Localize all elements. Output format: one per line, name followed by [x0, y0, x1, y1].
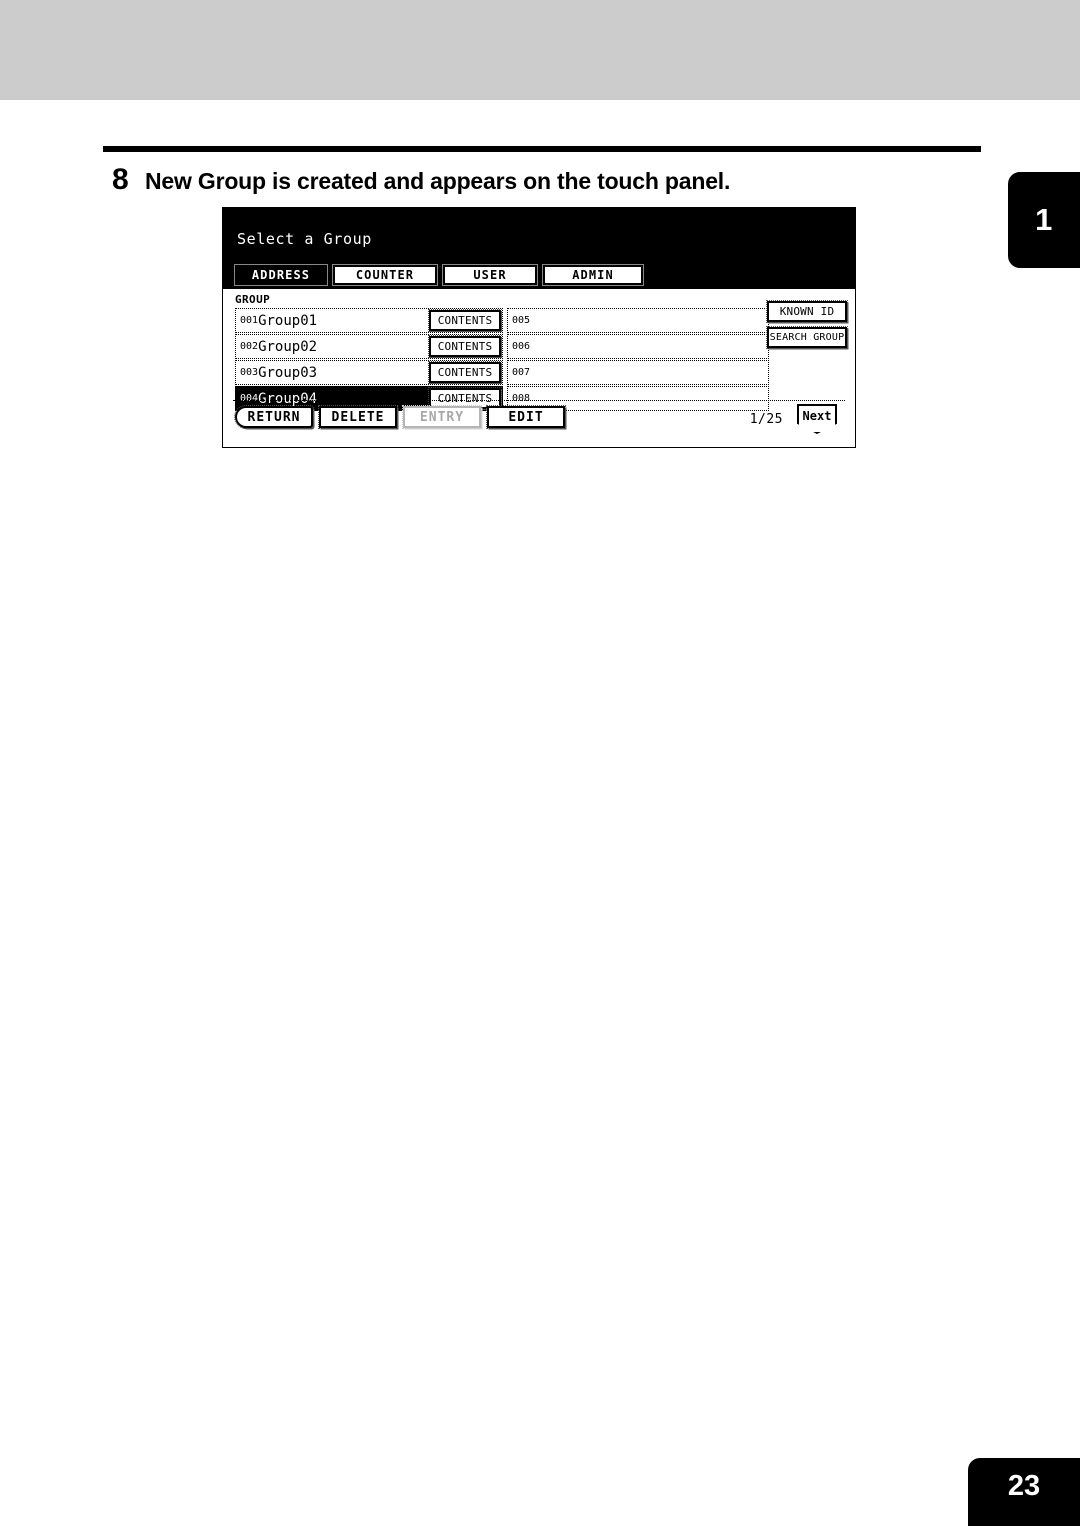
panel-body: GROUP 001 Group01 CONTENTS 002 Group02 C… — [223, 289, 855, 447]
list-item-index: 001 — [240, 315, 259, 326]
contents-button[interactable]: CONTENTS — [428, 335, 502, 358]
edit-button[interactable]: EDIT — [486, 405, 566, 429]
list-item[interactable]: 003 Group03 CONTENTS — [235, 360, 503, 385]
tab-strip: ADDRESS COUNTER USER ADMIN — [234, 264, 644, 286]
delete-button[interactable]: DELETE — [318, 405, 398, 429]
panel-title: Select a Group — [237, 230, 372, 248]
touch-panel-screenshot: Select a Group ADDRESS COUNTER USER ADMI… — [222, 207, 856, 448]
list-item-index: 005 — [512, 315, 531, 326]
contents-button[interactable]: CONTENTS — [428, 309, 502, 332]
contents-button[interactable]: CONTENTS — [428, 361, 502, 384]
list-item[interactable]: 005 — [507, 308, 769, 333]
step-title: New Group is created and appears on the … — [145, 168, 731, 194]
search-group-button[interactable]: SEARCH GROUP — [766, 326, 848, 349]
tab-address[interactable]: ADDRESS — [234, 264, 328, 286]
top-gray-band — [0, 0, 1080, 100]
page-counter: 1/25 — [749, 412, 783, 427]
list-item[interactable]: 007 — [507, 360, 769, 385]
return-button[interactable]: RETURN — [234, 405, 314, 429]
group-list-left-column: 001 Group01 CONTENTS 002 Group02 CONTENT… — [235, 308, 503, 412]
tab-admin[interactable]: ADMIN — [542, 264, 644, 286]
next-page-button[interactable]: Next — [797, 404, 837, 434]
entry-button: ENTRY — [402, 405, 482, 429]
group-section-label: GROUP — [235, 293, 271, 306]
chapter-tab: 1 — [1008, 172, 1080, 268]
tab-user[interactable]: USER — [442, 264, 538, 286]
list-item-name: Group01 — [258, 312, 318, 329]
list-item-name: Group03 — [258, 364, 318, 381]
list-item-index: 003 — [240, 367, 259, 378]
page-root: 1 8 New Group is created and appears on … — [0, 0, 1080, 1526]
list-item-index: 006 — [512, 341, 531, 352]
list-item-index: 007 — [512, 367, 531, 378]
list-item[interactable]: 002 Group02 CONTENTS — [235, 334, 503, 359]
known-id-button[interactable]: KNOWN ID — [766, 300, 848, 323]
list-item-name: Group02 — [258, 338, 318, 355]
step-number: 8 — [112, 163, 129, 196]
tab-counter[interactable]: COUNTER — [332, 264, 438, 286]
list-item[interactable]: 001 Group01 CONTENTS — [235, 308, 503, 333]
list-item-index: 008 — [512, 393, 531, 404]
list-item-index: 002 — [240, 341, 259, 352]
page-number-tab: 23 — [968, 1458, 1080, 1526]
list-item-index: 004 — [240, 393, 259, 404]
list-item[interactable]: 006 — [507, 334, 769, 359]
bottom-button-bar: RETURN DELETE ENTRY EDIT 1/25 Next — [233, 404, 845, 436]
group-list-right-column: 005 006 007 008 — [507, 308, 769, 412]
heading-rule — [103, 146, 981, 152]
bottom-separator — [233, 400, 845, 401]
